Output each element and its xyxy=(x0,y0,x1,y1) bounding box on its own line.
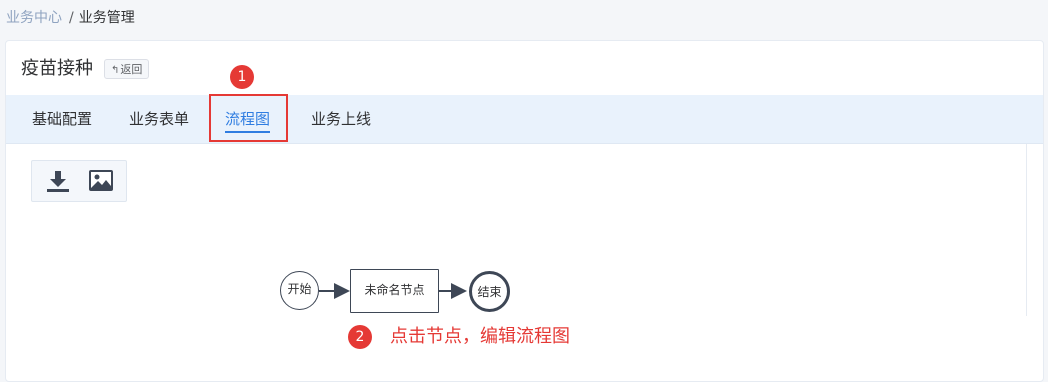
back-button[interactable]: ↰返回 xyxy=(104,59,150,79)
canvas-toolbar xyxy=(31,160,127,202)
tab-basic-config-label: 基础配置 xyxy=(32,110,93,128)
flow-node-start[interactable]: 开始 xyxy=(280,271,319,310)
flow-node-end-label: 结束 xyxy=(477,285,502,299)
step1-badge: 1 xyxy=(230,65,254,89)
tab-basic-config[interactable]: 基础配置 xyxy=(32,95,92,143)
download-icon[interactable] xyxy=(45,168,71,194)
tab-flowchart[interactable]: 流程图 xyxy=(225,95,271,143)
tab-go-online[interactable]: 业务上线 xyxy=(311,95,371,143)
flow-node-start-label: 开始 xyxy=(287,282,312,296)
breadcrumb-current: 业务管理 xyxy=(78,10,135,26)
tab-go-online-label: 业务上线 xyxy=(311,110,372,128)
flow-canvas[interactable] xyxy=(6,144,1027,316)
tab-business-form[interactable]: 业务表单 xyxy=(129,95,189,143)
back-button-label: 返回 xyxy=(120,63,143,76)
flow-node-end[interactable]: 结束 xyxy=(469,271,510,312)
active-tab-indicator xyxy=(225,131,271,133)
hint-text: 点击节点，编辑流程图 xyxy=(390,326,570,347)
page-title: 疫苗接种 xyxy=(21,58,93,79)
flow-node-task-label: 未命名节点 xyxy=(364,283,425,297)
tab-business-form-label: 业务表单 xyxy=(129,110,190,128)
return-icon: ↰ xyxy=(111,65,120,76)
breadcrumb: 业务中心 / 业务管理 xyxy=(6,9,135,27)
tab-bar: 基础配置 业务表单 流程图 业务上线 xyxy=(6,95,1043,144)
breadcrumb-link-business-center[interactable]: 业务中心 xyxy=(6,10,62,26)
step2-badge: 2 xyxy=(348,325,372,349)
flow-node-task[interactable]: 未命名节点 xyxy=(350,269,439,313)
breadcrumb-separator: / xyxy=(69,10,74,26)
tab-flowchart-label: 流程图 xyxy=(225,110,271,128)
image-icon[interactable] xyxy=(88,168,114,194)
